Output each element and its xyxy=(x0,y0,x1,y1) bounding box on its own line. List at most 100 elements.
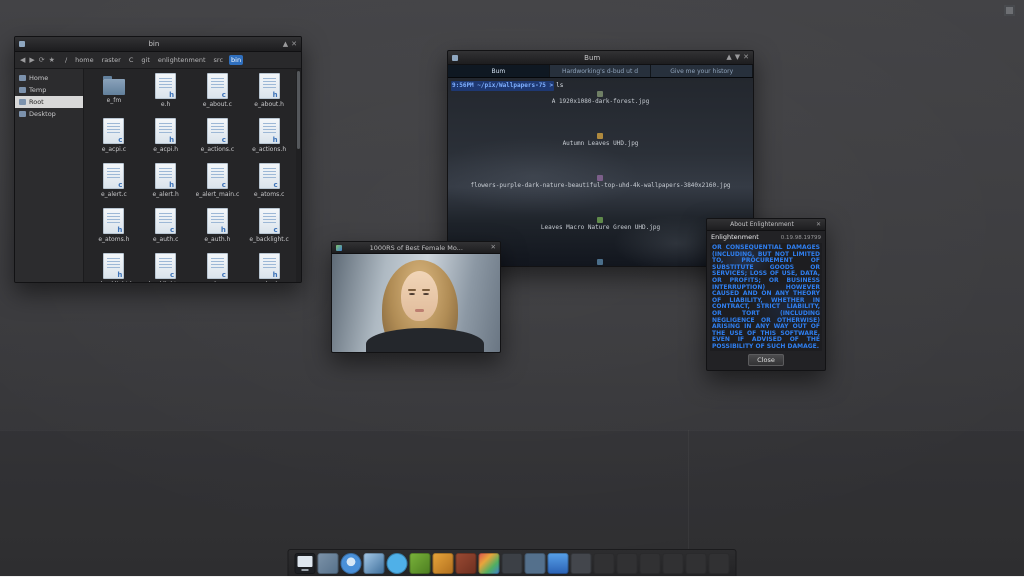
scrollbar-thumb[interactable] xyxy=(297,71,300,149)
dock-icon-dev-tool[interactable] xyxy=(410,553,431,574)
sidebar-item[interactable]: Temp xyxy=(15,84,83,96)
desktop[interactable]: bin ▲ ✕ ◀ ▶ ⟳ ★ / home raster Cgit enlighten… xyxy=(0,0,1024,576)
file-name: e_auth.c xyxy=(153,236,179,243)
file-icon xyxy=(259,118,280,144)
dock-icon-slot[interactable] xyxy=(709,553,730,574)
dock-icon-slot[interactable] xyxy=(594,553,615,574)
file-manager-window[interactable]: bin ▲ ✕ ◀ ▶ ⟳ ★ / home raster Cgit enlighten… xyxy=(14,36,302,283)
place-label: Desktop xyxy=(29,110,56,118)
titlebar[interactable]: bin ▲ ✕ xyxy=(15,37,301,52)
file-icon xyxy=(155,73,176,99)
shade-up-button[interactable]: ▲ xyxy=(726,54,731,61)
terminal-tab[interactable]: Give me your history xyxy=(651,65,753,77)
close-button[interactable]: ✕ xyxy=(491,244,496,251)
sidebar-item[interactable]: Desktop xyxy=(15,108,83,120)
file-item-e_backlight_ma[interactable]: e_backlight_ma xyxy=(140,253,192,282)
breadcrumb-item[interactable]: enlightenment xyxy=(156,55,208,65)
dock-icon-computer[interactable] xyxy=(295,553,316,574)
dock-icon-car-app[interactable] xyxy=(548,553,569,574)
dock-icon-slot[interactable] xyxy=(617,553,638,574)
dock-icon-telegram[interactable] xyxy=(387,553,408,574)
maximize-button[interactable]: ▲ xyxy=(283,41,288,48)
favorites-button[interactable]: ★ xyxy=(49,56,55,64)
file-name: e_bg.h xyxy=(259,281,279,282)
dock-icon-terminal[interactable] xyxy=(364,553,385,574)
close-button[interactable]: ✕ xyxy=(743,54,749,61)
file-item-e_alert_main.c[interactable]: e_alert_main.c xyxy=(192,163,244,205)
file-item-e_acpi.c[interactable]: e_acpi.c xyxy=(88,118,140,160)
place-label: Root xyxy=(29,98,44,106)
file-grid[interactable]: e_fm e.h e_about.c e_about.h e_acpi.c xyxy=(84,69,301,282)
file-item-e_actions.h[interactable]: e_actions.h xyxy=(243,118,295,160)
dock-icon-utility[interactable] xyxy=(571,553,592,574)
close-button[interactable]: ✕ xyxy=(816,222,821,228)
file-name: e_bg.c xyxy=(208,281,228,282)
file-name: e_atoms.c xyxy=(254,191,285,198)
photo-eye xyxy=(423,293,429,295)
back-button[interactable]: ◀ xyxy=(20,56,25,64)
filename-text: flowers-purple-dark-nature-beautiful-top… xyxy=(470,181,730,191)
dock-icon-photos[interactable] xyxy=(479,553,500,574)
refresh-button[interactable]: ⟳ xyxy=(39,56,45,64)
photo-brow xyxy=(422,289,430,291)
file-item-e_actions.c[interactable]: e_actions.c xyxy=(192,118,244,160)
dock-icon-image-tool[interactable] xyxy=(433,553,454,574)
file-icon xyxy=(103,118,124,144)
file-item-e_about.h[interactable]: e_about.h xyxy=(243,73,295,115)
breadcrumb-item[interactable]: bin xyxy=(229,55,243,65)
titlebar[interactable]: Bum ▲ ▼ ✕ xyxy=(448,51,753,65)
file-item-e_alert.c[interactable]: e_alert.c xyxy=(88,163,140,205)
forward-button[interactable]: ▶ xyxy=(29,56,34,64)
terminal-tab[interactable]: Bum xyxy=(448,65,550,77)
terminal-tab[interactable]: Hardworking's d-bud ut d xyxy=(550,65,652,77)
dock-icon-browser[interactable] xyxy=(341,553,362,574)
dock-icon-gimp[interactable] xyxy=(456,553,477,574)
terminal-line: 9:56PM ~/pix/Wallpapers-75 > ls xyxy=(451,81,750,91)
file-item-e_auth.h[interactable]: e_auth.h xyxy=(192,208,244,250)
file-icon xyxy=(103,79,125,95)
about-header: Enlightenment 0.19.98.19799 xyxy=(707,231,825,242)
breadcrumb-item[interactable]: home xyxy=(73,55,95,65)
file-name: e_about.c xyxy=(203,101,232,108)
file-item-e_acpi.h[interactable]: e_acpi.h xyxy=(140,118,192,160)
dock-icon-slot[interactable] xyxy=(640,553,661,574)
breadcrumb-item[interactable]: C xyxy=(127,55,136,65)
dock-icon-files[interactable] xyxy=(318,553,339,574)
file-item-e_alert.h[interactable]: e_alert.h xyxy=(140,163,192,205)
file-item-e_bg.h[interactable]: e_bg.h xyxy=(243,253,295,282)
dock-icon-slot[interactable] xyxy=(686,553,707,574)
file-name: e_atoms.h xyxy=(98,236,129,243)
license-text: OR CONSEQUENTIAL DAMAGES (INCLUDING, BUT… xyxy=(710,243,822,351)
titlebar[interactable]: About Enlightenment ✕ xyxy=(707,219,825,231)
file-item-e_backlight.c[interactable]: e_backlight.c xyxy=(243,208,295,250)
sidebar-item[interactable]: Home xyxy=(15,72,83,84)
file-item-e_backlight.h[interactable]: e_backlight.h xyxy=(88,253,140,282)
titlebar[interactable]: 1000RS of Best Female Mo... ✕ xyxy=(332,242,500,254)
terminal-tab-bar: BumHardworking's d-bud ut dGive me your … xyxy=(448,65,753,78)
file-item-e_atoms.c[interactable]: e_atoms.c xyxy=(243,163,295,205)
dock-icon-video[interactable] xyxy=(502,553,523,574)
file-item-e_fm[interactable]: e_fm xyxy=(88,73,140,115)
close-button[interactable]: ✕ xyxy=(291,41,297,48)
breadcrumb-item[interactable]: src xyxy=(212,55,226,65)
dock-icon-slot[interactable] xyxy=(663,553,684,574)
file-item-e_about.c[interactable]: e_about.c xyxy=(192,73,244,115)
about-window[interactable]: About Enlightenment ✕ Enlightenment 0.19… xyxy=(706,218,826,371)
file-manager-toolbar: ◀ ▶ ⟳ ★ / home raster Cgit enlightenment srcb… xyxy=(15,52,301,69)
breadcrumb-item[interactable]: git xyxy=(139,55,151,65)
scrollbar[interactable] xyxy=(296,69,301,282)
sidebar-item[interactable]: Root xyxy=(15,96,83,108)
shade-down-button[interactable]: ▼ xyxy=(735,54,740,61)
file-item-e_auth.c[interactable]: e_auth.c xyxy=(140,208,192,250)
close-dialog-button[interactable]: Close xyxy=(748,354,784,366)
systray-icon[interactable] xyxy=(1004,5,1015,16)
breadcrumb-item[interactable]: / xyxy=(63,55,69,65)
breadcrumb-item[interactable]: raster xyxy=(100,55,123,65)
photo-lips xyxy=(415,309,424,312)
dock-icon-music[interactable] xyxy=(525,553,546,574)
file-item-e_bg.c[interactable]: e_bg.c xyxy=(192,253,244,282)
file-item-e.h[interactable]: e.h xyxy=(140,73,192,115)
file-item-e_atoms.h[interactable]: e_atoms.h xyxy=(88,208,140,250)
place-label: Temp xyxy=(29,86,46,94)
image-viewer-window[interactable]: 1000RS of Best Female Mo... ✕ xyxy=(331,241,501,353)
